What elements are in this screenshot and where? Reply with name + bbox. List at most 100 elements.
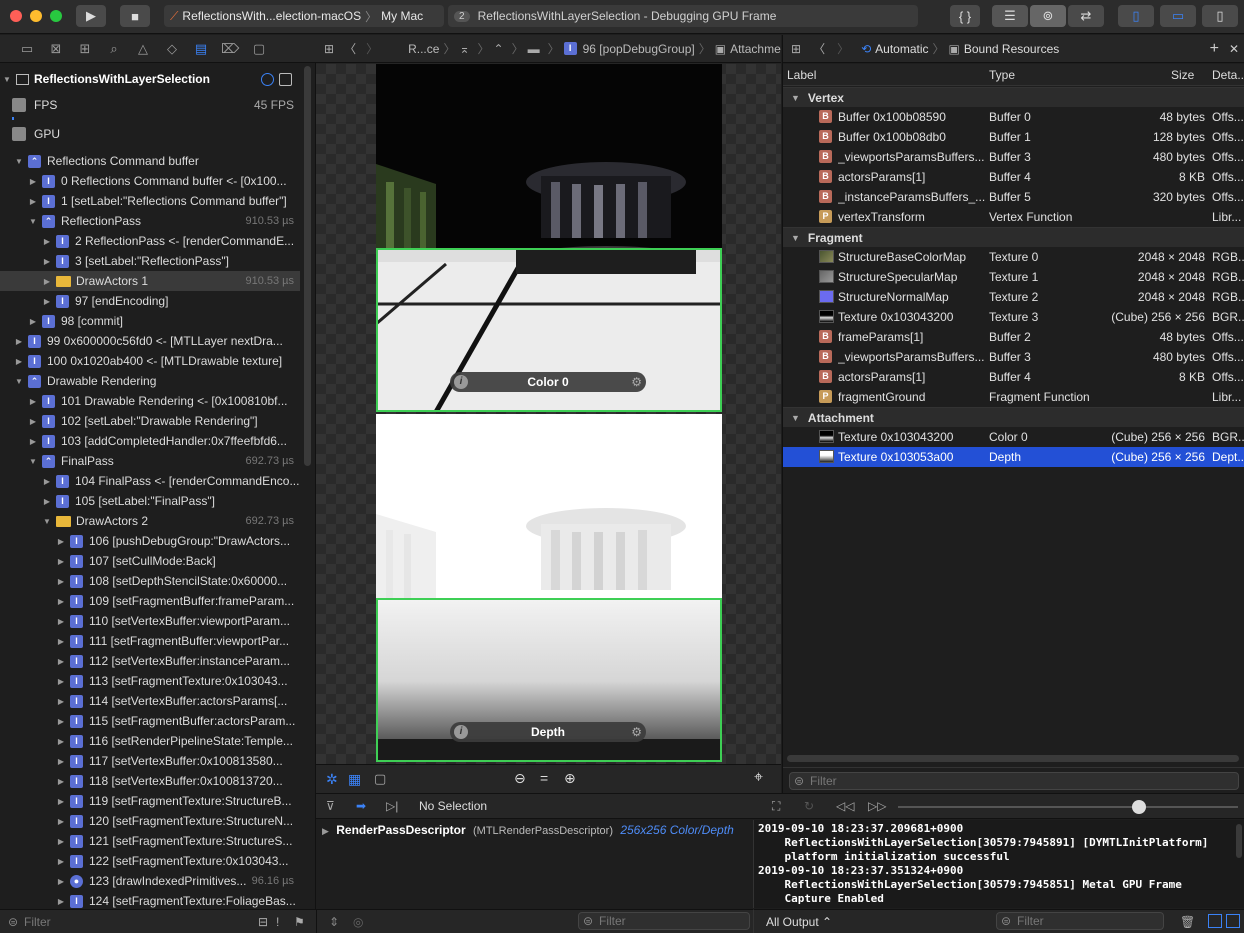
- resource-row[interactable]: B _viewportsParamsBuffers... Buffer 3 480 b…: [783, 347, 1244, 367]
- tree-row[interactable]: ▼ ⌃ FinalPass 692.73 µs: [0, 451, 300, 471]
- jump-crumb-resource[interactable]: R...ce: [408, 42, 439, 56]
- reload-icon[interactable]: ↻: [804, 799, 814, 813]
- resource-row[interactable]: Texture 0x103053a00 Depth (Cube) 256 × 256…: [783, 447, 1244, 467]
- chevron-right-icon[interactable]: ▶: [28, 437, 38, 446]
- folder-icon[interactable]: ▬: [528, 42, 540, 56]
- stop-button[interactable]: ■: [120, 5, 150, 27]
- resource-row[interactable]: StructureNormalMap Texture 2 2048 × 2048 RG…: [783, 287, 1244, 307]
- tree-row[interactable]: ▶ I 102 [setLabel:"Drawable Rendering"]: [0, 411, 300, 431]
- tree-row[interactable]: ▼ ⌃ Drawable Rendering: [0, 371, 300, 391]
- gauge-icon[interactable]: [261, 72, 274, 86]
- split-left-icon[interactable]: [1208, 914, 1222, 928]
- resource-row[interactable]: B _instanceParamsBuffers_... Buffer 5 320 b…: [783, 187, 1244, 207]
- breakpoint-icon[interactable]: ⌦: [221, 41, 239, 57]
- split-right-icon[interactable]: [1226, 914, 1240, 928]
- info-icon[interactable]: i: [454, 725, 468, 739]
- tree-row[interactable]: ▶ I 113 [setFragmentTexture:0x103043...: [0, 671, 300, 691]
- console-filter-input[interactable]: ⊜ Filter: [996, 912, 1164, 930]
- toggle-debug-area-button[interactable]: ▭: [1160, 5, 1196, 27]
- chevron-right-icon[interactable]: ▶: [56, 897, 66, 906]
- chevron-down-icon[interactable]: ▼: [791, 233, 800, 243]
- back-icon[interactable]: 〈: [813, 40, 825, 57]
- color-attachment-thumbnail[interactable]: [376, 64, 722, 412]
- chevron-right-icon[interactable]: ▶: [42, 497, 52, 506]
- navigator-scrollbar[interactable]: [304, 66, 311, 466]
- chevron-right-icon[interactable]: ▶: [56, 717, 66, 726]
- variable-row[interactable]: ▶ RenderPassDescriptor (MTLRenderPassDes…: [322, 823, 734, 837]
- minimize-window-button[interactable]: [30, 10, 42, 22]
- chevron-right-icon[interactable]: ▶: [56, 777, 66, 786]
- output-selector[interactable]: All Output ⌃: [766, 915, 832, 929]
- tree-row[interactable]: ▶ I 98 [commit]: [0, 311, 300, 331]
- chevron-right-icon[interactable]: ▶: [56, 817, 66, 826]
- tree-row[interactable]: ▶ I 100 0x1020ab400 <- [MTLDrawable textur…: [0, 351, 300, 371]
- tree-row[interactable]: ▶ I 111 [setFragmentBuffer:viewportPar...: [0, 631, 300, 651]
- mode-label[interactable]: Automatic: [875, 42, 928, 56]
- chevron-right-icon[interactable]: ▶: [56, 637, 66, 646]
- chevron-right-icon[interactable]: ▶: [56, 537, 66, 546]
- standard-editor-button[interactable]: ☰: [992, 5, 1028, 27]
- forward-icon[interactable]: 〉: [837, 40, 849, 57]
- tree-row[interactable]: ▼ ⌃ ReflectionPass 910.53 µs: [0, 211, 300, 231]
- source-control-icon[interactable]: ⊠: [47, 41, 65, 57]
- disclosure-icon[interactable]: ▶: [322, 826, 329, 836]
- chevron-right-icon[interactable]: ▶: [14, 337, 24, 346]
- chevron-right-icon[interactable]: ▶: [56, 857, 66, 866]
- jump-crumb-call[interactable]: 96 [popDebugGroup]: [583, 42, 695, 56]
- resource-row[interactable]: PvertexTransform Vertex Function Libr...: [783, 207, 1244, 227]
- tree-row[interactable]: ▶ I 124 [setFragmentTexture:FoliageBas...: [0, 891, 300, 911]
- chevron-right-icon[interactable]: ▶: [28, 417, 38, 426]
- flag-icon[interactable]: ⚑: [294, 915, 305, 929]
- column-type[interactable]: Type: [989, 68, 1015, 82]
- tree-row[interactable]: ▶ I 114 [setVertexBuffer:actorsParams[...: [0, 691, 300, 711]
- chevron-right-icon[interactable]: ▶: [28, 177, 38, 186]
- resource-section-header[interactable]: ▼ Vertex: [783, 87, 1244, 107]
- gpu-debug-icon[interactable]: ⛶: [772, 799, 780, 814]
- zoom-in-icon[interactable]: ⊕: [564, 770, 576, 787]
- chevron-down-icon[interactable]: ▼: [791, 93, 800, 103]
- warning-icon[interactable]: △: [134, 41, 152, 57]
- frame-slider-knob[interactable]: [1132, 800, 1147, 814]
- assistant-editor-button[interactable]: ⊚: [1030, 5, 1066, 27]
- chevron-right-icon[interactable]: ▶: [56, 597, 66, 606]
- chevron-right-icon[interactable]: ▶: [56, 797, 66, 806]
- close-icon[interactable]: ✕: [1229, 42, 1239, 56]
- tree-row[interactable]: ▶ I 105 [setLabel:"FinalPass"]: [0, 491, 300, 511]
- chevron-right-icon[interactable]: ▶: [42, 277, 52, 286]
- resource-row[interactable]: BactorsParams[1] Buffer 48 KB Offs...: [783, 367, 1244, 387]
- tree-row[interactable]: ▶ I 103 [addCompletedHandler:0x7ffeefbfd6.…: [0, 431, 300, 451]
- tree-row[interactable]: ▶ I 99 0x600000c56fd0 <- [MTLLayer nextDra…: [0, 331, 300, 351]
- console-output[interactable]: 2019-09-10 18:23:37.209681+0900 Reflecti…: [753, 820, 1244, 908]
- tree-row[interactable]: ▶ I 106 [pushDebugGroup:"DrawActors...: [0, 531, 300, 551]
- chevron-right-icon[interactable]: ▶: [56, 837, 66, 846]
- tree-row[interactable]: ▶ DrawActors 1 910.53 µs: [0, 271, 300, 291]
- chevron-down-icon[interactable]: ▼: [14, 377, 24, 386]
- chevron-right-icon[interactable]: ▶: [42, 237, 52, 246]
- depth-attachment-thumbnail[interactable]: [376, 414, 722, 762]
- resource-row[interactable]: BactorsParams[1] Buffer 48 KB Offs...: [783, 167, 1244, 187]
- test-icon[interactable]: ◇: [163, 41, 181, 57]
- resource-row[interactable]: B Buffer 0x100b08db0 Buffer 1 128 bytes Offs…: [783, 127, 1244, 147]
- tree-row[interactable]: ▶ I 116 [setRenderPipelineState:Temple...: [0, 731, 300, 751]
- tree-row[interactable]: ▶ I 117 [setVertexBuffer:0x100813580...: [0, 751, 300, 771]
- search-icon[interactable]: ⌕: [105, 41, 123, 57]
- attachments-grid-icon[interactable]: ▦: [348, 771, 361, 788]
- tree-row[interactable]: ▶ I 119 [setFragmentTexture:StructureB...: [0, 791, 300, 811]
- resources-title[interactable]: Bound Resources: [964, 42, 1059, 56]
- tree-row[interactable]: ▶ I 121 [setFragmentTexture:StructureS...: [0, 831, 300, 851]
- back-icon[interactable]: 〈: [344, 40, 356, 57]
- chevron-right-icon[interactable]: ▶: [56, 657, 66, 666]
- resources-scrollbar[interactable]: [787, 755, 1239, 762]
- resources-filter-input[interactable]: ⊜ Filter: [789, 772, 1239, 790]
- tree-row[interactable]: ▶ I 97 [endEncoding]: [0, 291, 300, 311]
- gpu-row[interactable]: GPU: [12, 124, 300, 144]
- scheme-selector[interactable]: ⟋ ReflectionsWith...election-macOS 〉 My …: [164, 5, 444, 27]
- eye-icon[interactable]: ◎: [353, 915, 363, 929]
- gear-icon[interactable]: ⚙: [631, 375, 642, 389]
- column-size[interactable]: Size: [1171, 68, 1194, 82]
- resource-row[interactable]: B Buffer 0x100b08590 Buffer 0 48 bytes Offs.…: [783, 107, 1244, 127]
- column-detail[interactable]: Deta...: [1212, 68, 1244, 82]
- fps-row[interactable]: FPS 45 FPS: [12, 95, 300, 115]
- chevron-right-icon[interactable]: ▶: [42, 257, 52, 266]
- grid-icon[interactable]: ⊞: [324, 42, 334, 56]
